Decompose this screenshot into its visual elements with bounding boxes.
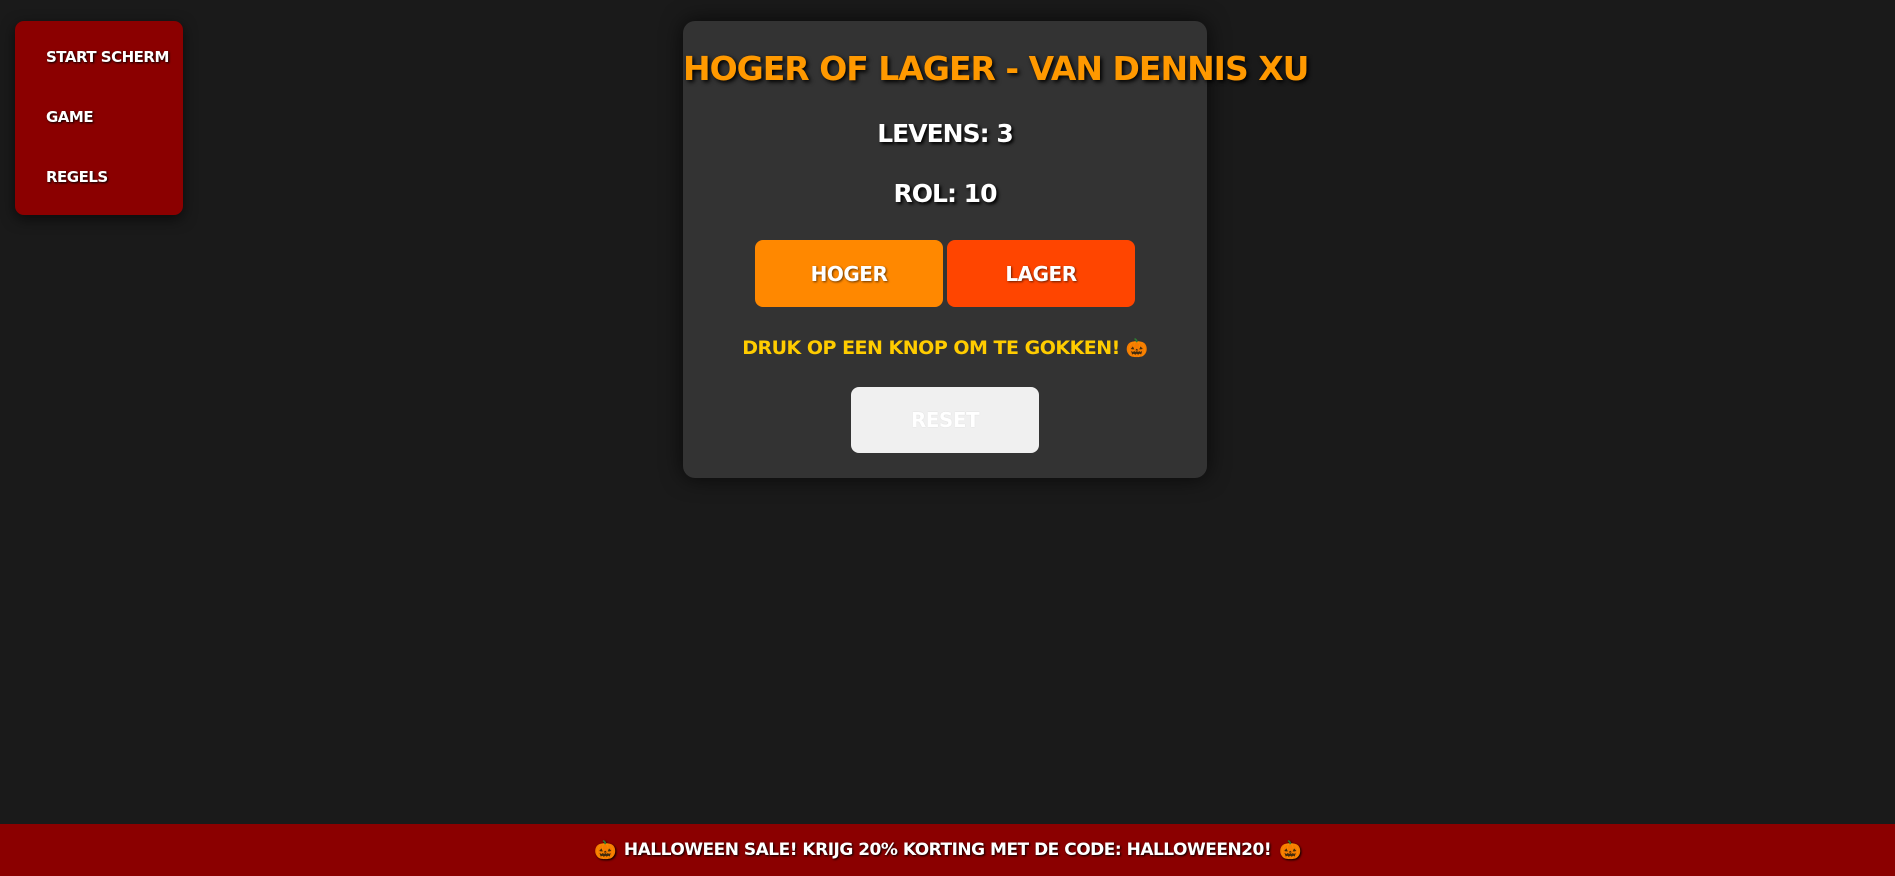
pumpkin-icon: 🎃 [1279,839,1302,861]
game-title: Hoger of Lager - van Dennis Xu [683,49,1309,88]
menu-item-game[interactable]: Game [46,108,94,126]
lower-button[interactable]: Lager [947,240,1135,307]
halloween-sale-banner: 🎃 Halloween Sale! Krijg 20% korting met … [0,824,1895,876]
lives-label: Levens: [877,119,997,148]
lives-value: 3 [996,119,1013,148]
pumpkin-icon: 🎃 [593,839,616,861]
game-message: Druk op een knop om te gokken! 🎃 [683,337,1207,359]
menu-item-start-scherm[interactable]: Start Scherm [46,48,169,66]
sale-text: Halloween Sale! Krijg 20% korting met de… [623,840,1272,860]
menu-item-regels[interactable]: Regels [46,168,108,186]
roll-display: Rol: 10 [683,179,1207,208]
higher-button[interactable]: Hoger [755,240,943,307]
reset-button[interactable]: Reset [851,387,1039,453]
roll-label: Rol: [893,179,964,208]
pumpkin-icon: 🎃 [1125,338,1148,359]
roll-value: 10 [963,179,998,208]
lives-display: Levens: 3 [683,119,1207,148]
game-card: Hoger of Lager - van Dennis Xu Levens: 3… [683,21,1309,478]
game-message-text: Druk op een knop om te gokken! [742,337,1120,359]
side-menu: Start Scherm Game Regels [15,21,183,215]
